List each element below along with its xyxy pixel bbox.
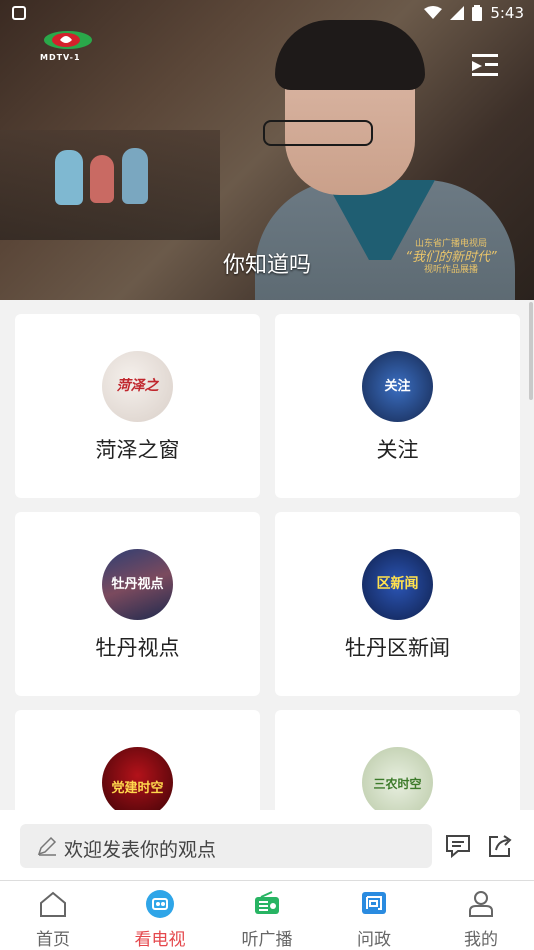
channel-thumb: 牡丹视点 (102, 549, 173, 620)
channel-card[interactable]: 三农时空 (275, 710, 520, 810)
channel-thumb: 区新闻 (362, 549, 433, 620)
pencil-icon (37, 836, 57, 856)
battery-icon (472, 5, 483, 21)
home-icon (40, 891, 66, 917)
tab-home[interactable]: 首页 (0, 881, 106, 950)
channel-label: 牡丹区新闻 (345, 636, 450, 660)
comment-placeholder: 欢迎发表你的观点 (64, 839, 217, 861)
channel-card[interactable]: 区新闻 牡丹区新闻 (275, 512, 520, 696)
channel-thumb: 菏泽之 (102, 351, 173, 422)
bottom-tab-bar: 首页 看电视 听广播 问政 我的 (0, 880, 534, 950)
channel-card[interactable]: 牡丹视点 牡丹视点 (15, 512, 260, 696)
signal-icon (450, 6, 465, 20)
channel-thumb: 党建时空 (102, 747, 173, 810)
tab-radio[interactable]: 听广播 (214, 881, 320, 950)
channel-card[interactable]: 党建时空 (15, 710, 260, 810)
decor-jar (90, 155, 114, 203)
comment-bar: 欢迎发表你的观点 (0, 810, 534, 880)
comment-list-icon[interactable] (444, 832, 472, 860)
decor-jar (55, 150, 83, 205)
channel-grid: 菏泽之 菏泽之窗 关注 关注 牡丹视点 牡丹视点 区新闻 牡丹区新闻 党建时空 … (0, 300, 534, 810)
channel-card[interactable]: 关注 关注 (275, 314, 520, 498)
grid-scrollbar[interactable] (529, 302, 533, 400)
decor-jar (122, 148, 148, 204)
radio-icon (255, 891, 279, 914)
channel-label: 菏泽之窗 (95, 438, 180, 462)
comment-input[interactable]: 欢迎发表你的观点 (20, 824, 432, 868)
status-bar: 5:43 (0, 0, 534, 28)
wifi-icon (424, 6, 443, 19)
video-watermark: 山东省广播电视局 “我们的新时代” 视听作品展播 (405, 239, 497, 275)
channel-label: 牡丹视点 (95, 636, 180, 660)
tab-ask-government[interactable]: 问政 (321, 881, 427, 950)
question-icon (362, 892, 386, 914)
tv-icon (146, 890, 174, 918)
logo-text: MDTV-1 (40, 53, 81, 62)
tab-profile[interactable]: 我的 (428, 881, 534, 950)
status-time: 5:43 (490, 4, 524, 22)
notification-icon (12, 6, 26, 20)
share-icon[interactable] (486, 832, 514, 860)
playlist-menu-button[interactable] (470, 52, 500, 78)
channel-label: 关注 (376, 438, 419, 462)
channel-thumb: 关注 (362, 351, 433, 422)
tab-watch-tv[interactable]: 看电视 (107, 881, 213, 950)
channel-thumb: 三农时空 (362, 747, 433, 810)
channel-card[interactable]: 菏泽之 菏泽之窗 (15, 314, 260, 498)
user-icon (469, 891, 493, 917)
